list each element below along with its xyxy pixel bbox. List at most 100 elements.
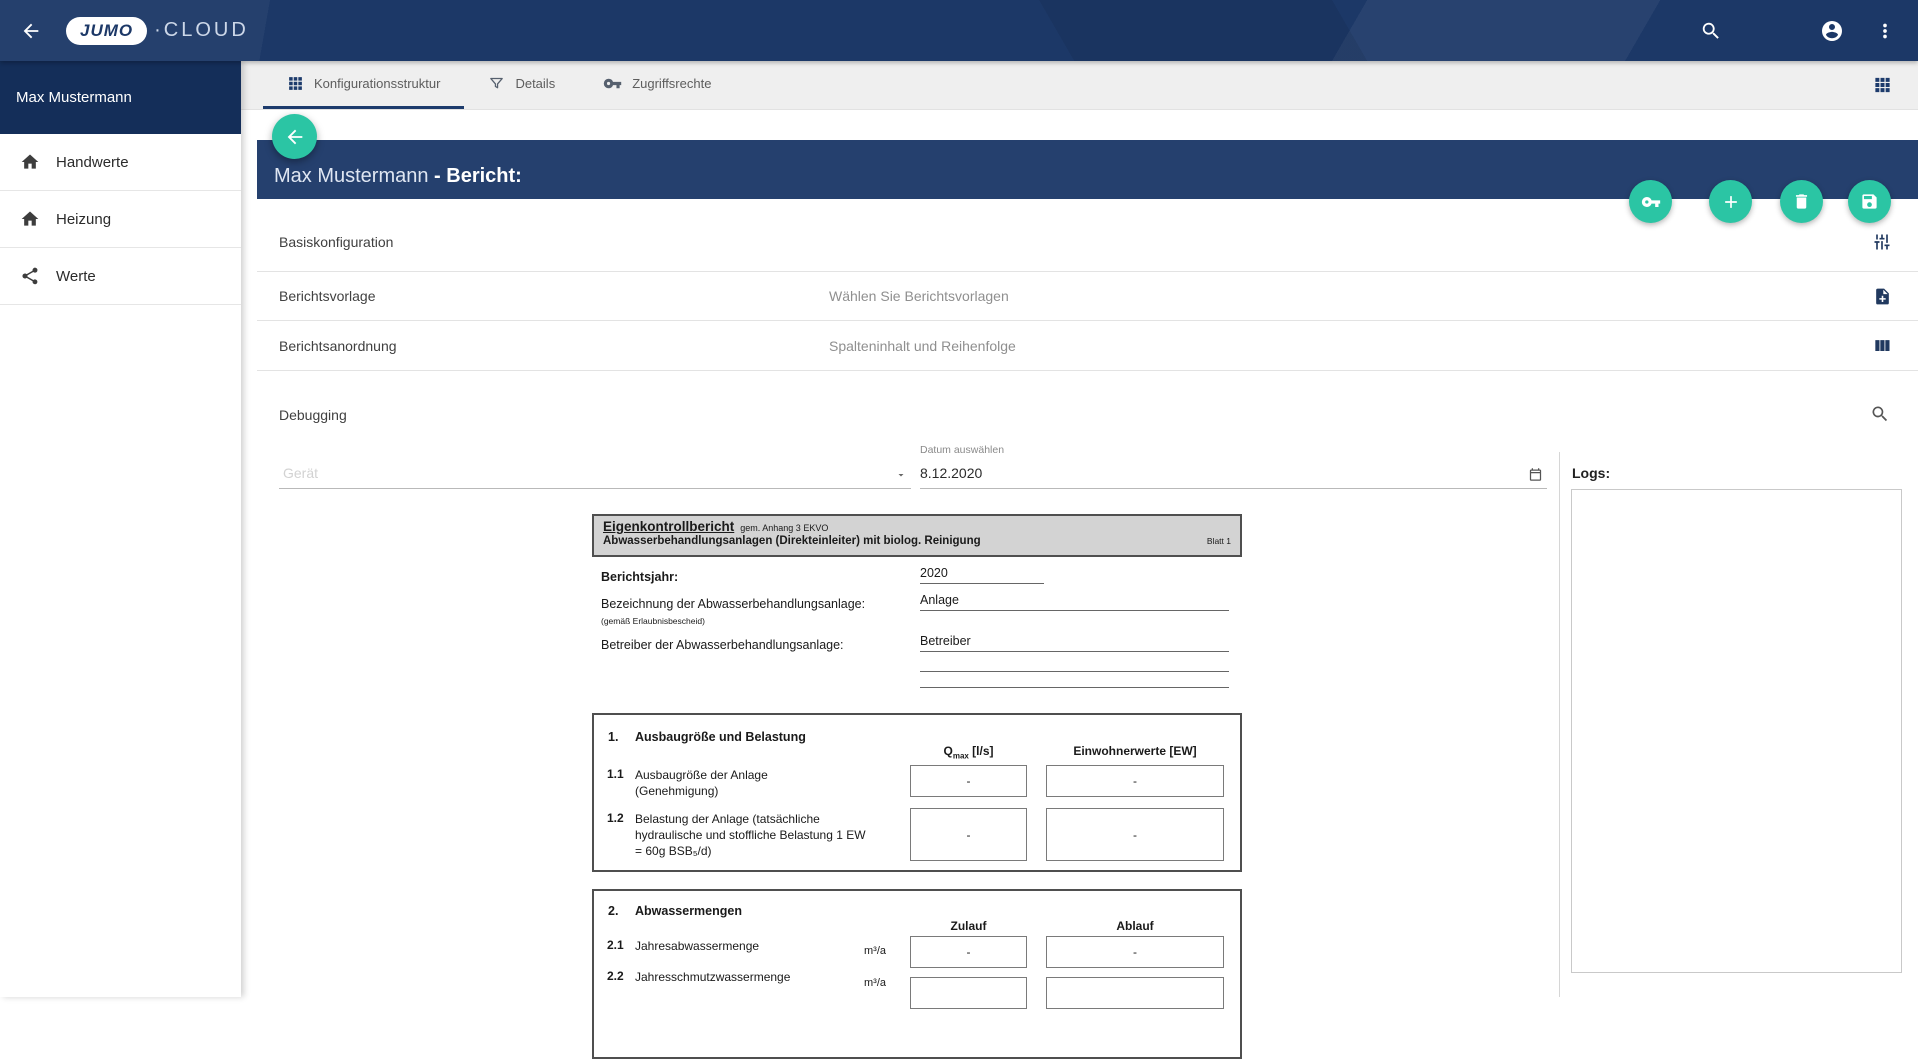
tab-bar: Konfigurationsstruktur Details Zugriffsr… <box>241 61 1918 110</box>
home-icon <box>20 209 40 229</box>
more-options-icon[interactable] <box>1868 14 1902 48</box>
row-label: Berichtsanordnung <box>279 338 397 354</box>
trash-icon <box>1792 192 1811 211</box>
sidebar: Max Mustermann Handwerte Heizung Werte <box>0 61 241 997</box>
columns-icon[interactable] <box>1872 336 1892 356</box>
tab-konfigurationsstruktur[interactable]: Konfigurationsstruktur <box>263 61 464 109</box>
sidebar-item-handwerte[interactable]: Handwerte <box>0 134 241 191</box>
report-section-2: 2. Abwassermengen Zulauf Ablauf 2.1 Jahr… <box>592 889 1242 1059</box>
back-fab-button[interactable] <box>272 114 317 159</box>
section-title: Abwassermengen <box>635 904 742 918</box>
value-cell: - <box>1046 936 1224 968</box>
report-preview: Eigenkontrollbericht gem. Anhang 3 EKVO … <box>592 514 1242 1059</box>
back-icon[interactable] <box>14 14 48 48</box>
row-label: Berichtsvorlage <box>279 288 376 304</box>
account-icon[interactable] <box>1814 13 1850 49</box>
row-label: Belastung der Anlage (tatsächliche hydra… <box>635 811 875 859</box>
value-cell <box>910 977 1027 1009</box>
arrow-left-icon <box>284 126 306 148</box>
save-button[interactable] <box>1848 180 1891 223</box>
permissions-button[interactable] <box>1629 180 1672 223</box>
plant-name-label: Bezeichnung der Abwasserbehandlungsanlag… <box>601 597 865 611</box>
home-icon <box>20 152 40 172</box>
vertical-divider <box>1559 452 1560 997</box>
file-add-icon[interactable] <box>1873 287 1892 306</box>
column-header-zulauf: Zulauf <box>910 919 1027 933</box>
row-value: Wählen Sie Berichtsvorlagen <box>829 288 1009 304</box>
add-button[interactable] <box>1709 180 1752 223</box>
tab-zugriffsrechte[interactable]: Zugriffsrechte <box>579 61 735 109</box>
value-cell: - <box>1046 808 1224 861</box>
value-cell <box>1046 977 1224 1009</box>
sidebar-item-werte[interactable]: Werte <box>0 248 241 305</box>
row-number: 1.2 <box>607 811 624 825</box>
report-section-1: 1. Ausbaugröße und Belastung Qmax [l/s] … <box>592 713 1242 872</box>
row-label: Ausbaugröße der Anlage (Genehmigung) <box>635 767 805 799</box>
blank-write-line <box>920 687 1229 688</box>
sidebar-item-label: Heizung <box>56 211 111 228</box>
grid-icon <box>287 75 304 92</box>
logs-output-panel[interactable] <box>1571 489 1902 973</box>
operator-label: Betreiber der Abwasserbehandlungsanlage: <box>601 638 844 652</box>
row-label: Basiskonfiguration <box>279 234 393 250</box>
tab-details[interactable]: Details <box>464 61 579 109</box>
date-picker-field[interactable]: Datum auswählen 8.12.2020 <box>920 444 1547 489</box>
column-header-ablauf: Ablauf <box>1046 919 1224 933</box>
row-berichtsvorlage[interactable]: Berichtsvorlage Wählen Sie Berichtsvorla… <box>257 272 1918 321</box>
save-icon <box>1860 192 1879 211</box>
row-unit: m³/a <box>864 977 886 989</box>
operator-value: Betreiber <box>920 634 1229 652</box>
apps-grid-icon[interactable] <box>1873 76 1892 95</box>
year-value: 2020 <box>920 566 1044 584</box>
row-number: 2.1 <box>607 938 624 952</box>
debugging-section-title: Debugging <box>279 407 347 423</box>
calendar-icon[interactable] <box>1528 467 1543 482</box>
report-fields: Berichtsjahr: 2020 Bezeichnung der Abwas… <box>592 557 1242 713</box>
key-icon <box>603 74 622 93</box>
row-label: Jahresabwassermenge <box>635 938 855 954</box>
date-field-label: Datum auswählen <box>920 444 1004 456</box>
section-title: Ausbaugröße und Belastung <box>635 730 806 744</box>
value-cell: - <box>910 765 1027 797</box>
key-icon <box>1641 192 1661 212</box>
plant-name-note: (gemäß Erlaubnisbescheid) <box>601 616 705 626</box>
logs-label: Logs: <box>1572 465 1610 481</box>
cloud-brand-text: ·CLOUD <box>154 19 249 42</box>
row-berichtsanordnung[interactable]: Berichtsanordnung Spalteninhalt und Reih… <box>257 321 1918 371</box>
sidebar-item-heizung[interactable]: Heizung <box>0 191 241 248</box>
search-icon[interactable] <box>1870 404 1890 424</box>
section-number: 1. <box>608 730 618 744</box>
sidebar-item-label: Handwerte <box>56 154 129 171</box>
plus-icon <box>1721 192 1741 212</box>
plant-name-value: Anlage <box>920 593 1229 611</box>
tune-sliders-icon[interactable] <box>1872 232 1892 252</box>
value-cell: - <box>910 808 1027 861</box>
top-app-bar: JUMO ·CLOUD <box>0 0 1918 61</box>
report-title-block: Eigenkontrollbericht gem. Anhang 3 EKVO … <box>592 514 1242 557</box>
sidebar-user-name: Max Mustermann <box>0 61 241 134</box>
section-number: 2. <box>608 904 618 918</box>
chevron-down-icon <box>895 469 907 481</box>
tab-label: Zugriffsrechte <box>632 76 711 91</box>
column-header-ew: Einwohnerwerte [EW] <box>1046 744 1224 758</box>
filter-icon <box>488 75 505 92</box>
row-basiskonfiguration[interactable]: Basiskonfiguration <box>257 212 1918 272</box>
row-number: 2.2 <box>607 969 624 983</box>
delete-button[interactable] <box>1780 180 1823 223</box>
share-icon <box>20 266 40 286</box>
device-select[interactable]: Gerät <box>279 455 911 489</box>
report-subtitle: Abwasserbehandlungsanlagen (Direkteinlei… <box>603 535 981 547</box>
search-icon[interactable] <box>1694 14 1728 48</box>
device-select-placeholder: Gerät <box>283 465 318 481</box>
sidebar-nav: Handwerte Heizung Werte <box>0 134 241 305</box>
value-cell: - <box>910 936 1027 968</box>
row-unit: m³/a <box>864 945 886 957</box>
sidebar-item-label: Werte <box>56 268 96 285</box>
value-cell: - <box>1046 765 1224 797</box>
report-title-note: gem. Anhang 3 EKVO <box>740 523 828 533</box>
row-value: Spalteninhalt und Reihenfolge <box>829 338 1016 354</box>
jumo-logo: JUMO <box>66 17 147 45</box>
year-label: Berichtsjahr: <box>601 570 678 584</box>
report-title: Eigenkontrollbericht <box>603 519 734 534</box>
row-number: 1.1 <box>607 767 624 781</box>
